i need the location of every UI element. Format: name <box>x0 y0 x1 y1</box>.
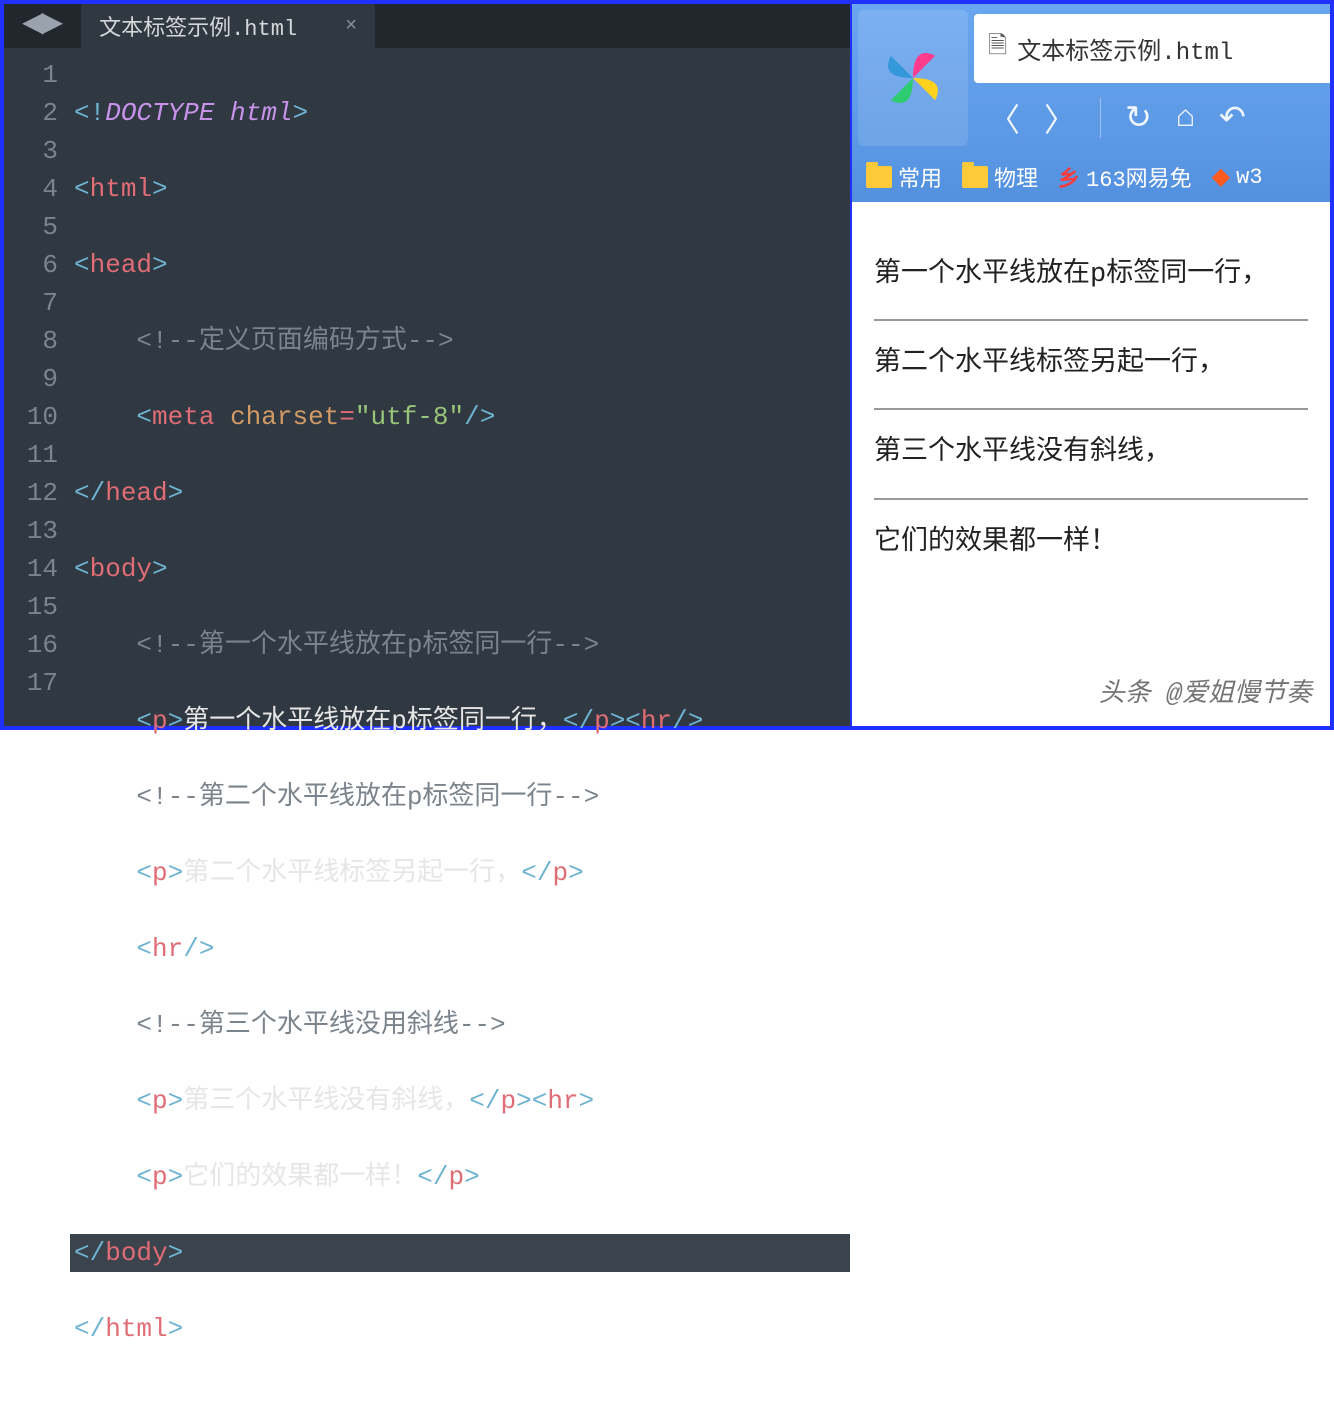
browser-nav-toolbar: 〈 〉 ↻ ⌂ ↶ <box>974 83 1330 152</box>
forward-icon[interactable]: 〉 <box>1044 95 1076 141</box>
back-icon[interactable]: 〈 <box>988 95 1020 141</box>
editor-tabbar: ◀ ▶ 文本标签示例.html × <box>4 4 850 48</box>
bookmark-163[interactable]: 乡163网易免 <box>1058 161 1192 193</box>
restore-icon[interactable]: ↶ <box>1219 98 1246 138</box>
hr-1 <box>874 319 1308 321</box>
hr-3 <box>874 498 1308 500</box>
para-1: 第一个水平线放在p标签同一行， <box>874 254 1308 297</box>
tab-history-nav[interactable]: ◀ ▶ <box>4 5 77 48</box>
close-tab-icon[interactable]: × <box>345 15 357 38</box>
code-text[interactable]: <!DOCTYPE html> <html> <head> <!--定义页面编码… <box>74 56 850 1424</box>
editor-tab-active[interactable]: 文本标签示例.html × <box>81 4 375 48</box>
watermark-text: 头条 @爱姐慢节奏 <box>1099 674 1312 716</box>
para-2: 第二个水平线标签另起一行， <box>874 343 1308 386</box>
bookmark-w3[interactable]: ◆w3 <box>1212 162 1263 192</box>
rendered-page: 第一个水平线放在p标签同一行， 第二个水平线标签另起一行， 第三个水平线没有斜线… <box>852 202 1330 726</box>
bookmarks-bar: 常用 物理 乡163网易免 ◆w3 <box>852 152 1330 202</box>
hr-2 <box>874 408 1308 410</box>
home-icon[interactable]: ⌂ <box>1176 99 1195 136</box>
address-text: 文本标签示例.html <box>1017 31 1233 67</box>
tab-title: 文本标签示例.html <box>99 10 297 42</box>
netease-icon: 乡 <box>1058 161 1080 193</box>
tab-back-icon[interactable]: ◀ <box>22 5 40 40</box>
reload-icon[interactable]: ↻ <box>1125 98 1152 138</box>
para-4: 它们的效果都一样！ <box>874 522 1308 565</box>
browser-pane: 🗎 文本标签示例.html 〈 〉 ↻ ⌂ ↶ 常用 物理 乡163网易免 ◆w… <box>850 4 1330 726</box>
bookmark-common[interactable]: 常用 <box>866 161 942 193</box>
pinwheel-icon <box>876 41 950 115</box>
line-gutter: 123 456 789 101112 131415 1617 <box>4 56 74 1424</box>
browser-logo[interactable] <box>858 10 968 146</box>
file-icon: 🗎 <box>988 28 1007 69</box>
code-area[interactable]: 123 456 789 101112 131415 1617 <!DOCTYPE… <box>4 48 850 1424</box>
folder-icon <box>962 166 988 188</box>
folder-icon <box>866 166 892 188</box>
para-3: 第三个水平线没有斜线， <box>874 432 1308 475</box>
browser-chrome: 🗎 文本标签示例.html 〈 〉 ↻ ⌂ ↶ <box>852 4 1330 152</box>
code-editor-pane: ◀ ▶ 文本标签示例.html × 123 456 789 101112 131… <box>4 4 850 726</box>
address-bar[interactable]: 🗎 文本标签示例.html <box>974 14 1330 83</box>
bookmark-physics[interactable]: 物理 <box>962 161 1038 193</box>
w3-icon: ◆ <box>1212 162 1230 192</box>
tab-fwd-icon[interactable]: ▶ <box>42 5 60 40</box>
